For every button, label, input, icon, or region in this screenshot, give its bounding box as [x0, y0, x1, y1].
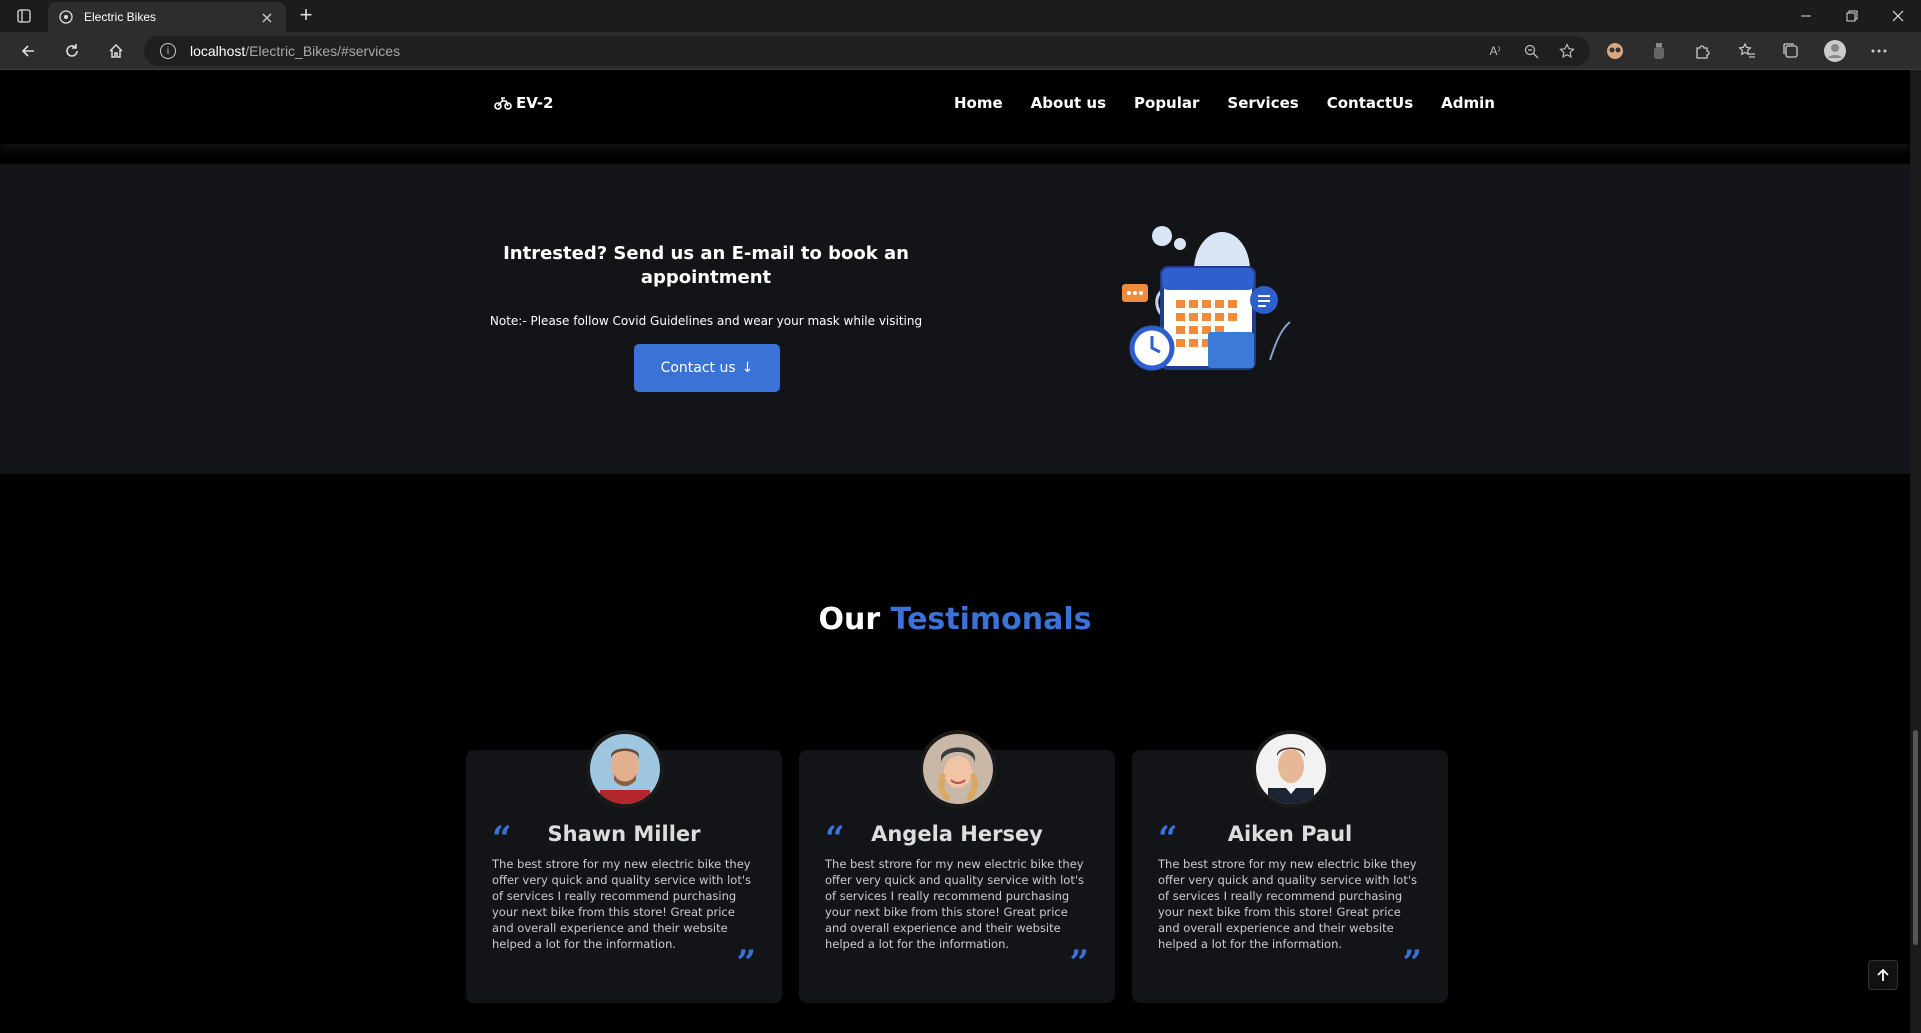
- url-path: /Electric_Bikes/#services: [245, 43, 401, 59]
- contact-us-button[interactable]: Contact us ↓: [634, 344, 780, 392]
- brand-name: EV-2: [516, 94, 554, 112]
- main-nav: Home About us Popular Services ContactUs…: [954, 94, 1523, 112]
- testimonial-text: The best strore for my new electric bike…: [492, 857, 751, 951]
- nav-admin[interactable]: Admin: [1441, 94, 1495, 112]
- window-controls: [1783, 0, 1921, 32]
- nav-contactus[interactable]: ContactUs: [1327, 94, 1413, 112]
- nav-services[interactable]: Services: [1227, 94, 1298, 112]
- avatar: [1252, 730, 1330, 808]
- testimonial-card: “ Shawn Miller The best strore for my ne…: [466, 730, 782, 1003]
- extension-bottle-icon[interactable]: [1644, 36, 1674, 66]
- testimonial-card: “ Angela Hersey The best strore for my n…: [799, 730, 1115, 1003]
- profile-avatar-icon[interactable]: [1820, 36, 1850, 66]
- zoom-out-icon[interactable]: [1520, 41, 1542, 61]
- web-page: EV-2 Home About us Popular Services Cont…: [0, 70, 1910, 1033]
- favorites-icon[interactable]: [1732, 36, 1762, 66]
- testimonial-card: “ Aiken Paul The best strore for my new …: [1132, 730, 1448, 1003]
- extension-glasses-icon[interactable]: [1600, 36, 1630, 66]
- browser-tab[interactable]: Electric Bikes ×: [48, 2, 286, 32]
- quote-close-icon: ”: [736, 943, 756, 983]
- contact-button-label: Contact us: [660, 360, 736, 376]
- arrow-up-icon: [1877, 968, 1889, 981]
- minimize-icon[interactable]: [1783, 0, 1829, 32]
- bike-favicon-icon: [58, 9, 74, 25]
- heading-our: Our: [818, 602, 881, 637]
- new-tab-button[interactable]: +: [294, 4, 318, 28]
- testimonials-heading: Our Testimonals: [0, 602, 1910, 637]
- site-info-icon[interactable]: i: [160, 43, 176, 59]
- extension-icons: [1600, 36, 1894, 66]
- back-arrow-icon[interactable]: [14, 38, 42, 64]
- appointment-section: Intrested? Send us an E-mail to book an …: [0, 164, 1910, 474]
- address-bar[interactable]: i localhost/Electric_Bikes/#services A⁾: [144, 36, 1590, 66]
- tab-close-icon[interactable]: ×: [258, 8, 276, 27]
- back-to-top-button[interactable]: [1868, 960, 1898, 990]
- nav-popular[interactable]: Popular: [1134, 94, 1199, 112]
- browser-toolbar: i localhost/Electric_Bikes/#services A⁾: [0, 32, 1921, 70]
- appointment-title: Intrested? Send us an E-mail to book an …: [503, 243, 909, 288]
- refresh-icon[interactable]: [58, 38, 86, 64]
- nav-about-us[interactable]: About us: [1031, 94, 1106, 112]
- site-header: EV-2 Home About us Popular Services Cont…: [0, 70, 1910, 144]
- arrow-down-icon: ↓: [741, 360, 754, 376]
- motorcycle-icon: [494, 97, 512, 110]
- testimonial-name: Angela Hersey: [871, 822, 1043, 846]
- home-icon[interactable]: [102, 38, 130, 64]
- extensions-puzzle-icon[interactable]: [1688, 36, 1718, 66]
- appointment-note: Note:- Please follow Covid Guidelines an…: [489, 314, 923, 328]
- avatar: [919, 730, 997, 808]
- avatar: [586, 730, 664, 808]
- tab-title: Electric Bikes: [84, 10, 157, 24]
- brand-logo[interactable]: EV-2: [494, 94, 553, 112]
- close-window-icon[interactable]: [1875, 0, 1921, 32]
- testimonial-text: The best strore for my new electric bike…: [1158, 857, 1417, 951]
- calendar-illustration: [1122, 226, 1291, 371]
- heading-testimonals: Testimonals: [890, 602, 1092, 637]
- page-scrollbar[interactable]: [1910, 70, 1921, 1033]
- tab-actions-icon[interactable]: [10, 6, 38, 26]
- restore-icon[interactable]: [1829, 0, 1875, 32]
- read-aloud-icon[interactable]: A⁾: [1484, 41, 1506, 61]
- scrollbar-thumb[interactable]: [1913, 730, 1918, 945]
- tab-bar: Electric Bikes × +: [0, 0, 1921, 32]
- collections-icon[interactable]: [1776, 36, 1806, 66]
- more-menu-icon[interactable]: [1864, 36, 1894, 66]
- testimonial-name: Shawn Miller: [547, 822, 701, 846]
- url-text: localhost/Electric_Bikes/#services: [190, 43, 400, 59]
- testimonial-name: Aiken Paul: [1227, 822, 1353, 846]
- browser-chrome: Electric Bikes × + i localhost/Electric_…: [0, 0, 1921, 70]
- favorite-add-icon[interactable]: [1556, 41, 1578, 61]
- nav-home[interactable]: Home: [954, 94, 1003, 112]
- testimonial-text: The best strore for my new electric bike…: [825, 857, 1084, 951]
- quote-close-icon: ”: [1402, 943, 1422, 983]
- quote-close-icon: ”: [1069, 943, 1089, 983]
- address-bar-icons: A⁾: [1484, 41, 1578, 61]
- url-host: localhost: [190, 43, 246, 59]
